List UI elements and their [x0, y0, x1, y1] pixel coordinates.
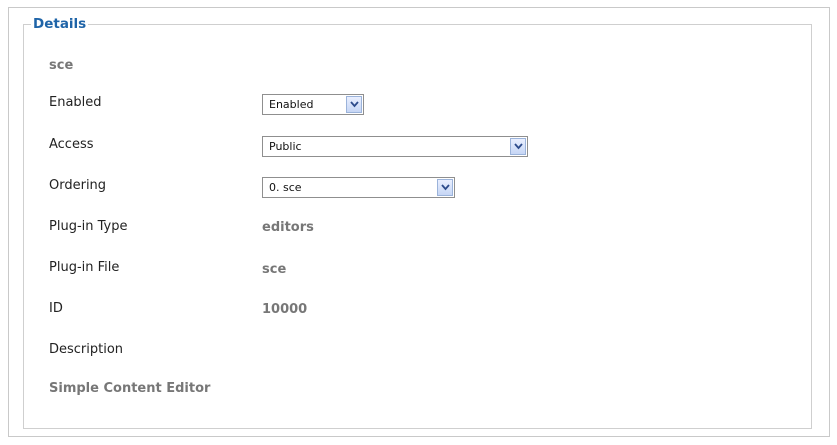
plugin-type-label: Plug-in Type: [49, 219, 128, 234]
access-select[interactable]: Public: [262, 136, 528, 157]
description-label: Description: [49, 342, 124, 357]
plugin-file-value: sce: [262, 262, 287, 277]
access-select-value: Public: [269, 140, 302, 153]
enabled-label: Enabled: [49, 95, 102, 110]
chevron-down-icon[interactable]: [346, 96, 362, 113]
ordering-label: Ordering: [49, 178, 107, 193]
access-label: Access: [49, 137, 94, 152]
ordering-select[interactable]: 0. sce: [262, 177, 455, 198]
id-label: ID: [49, 301, 63, 316]
plugin-file-label: Plug-in File: [49, 260, 120, 275]
plugin-name: sce: [49, 58, 74, 73]
chevron-down-icon[interactable]: [510, 138, 526, 155]
chevron-down-icon[interactable]: [437, 179, 453, 196]
ordering-select-value: 0. sce: [269, 181, 302, 194]
plugin-type-value: editors: [262, 220, 314, 235]
id-value: 10000: [262, 302, 308, 317]
description-value: Simple Content Editor: [49, 381, 211, 396]
details-legend: Details: [31, 15, 89, 33]
details-fieldset: [23, 24, 812, 429]
enabled-select-value: Enabled: [269, 98, 314, 111]
enabled-select[interactable]: Enabled: [262, 94, 364, 115]
